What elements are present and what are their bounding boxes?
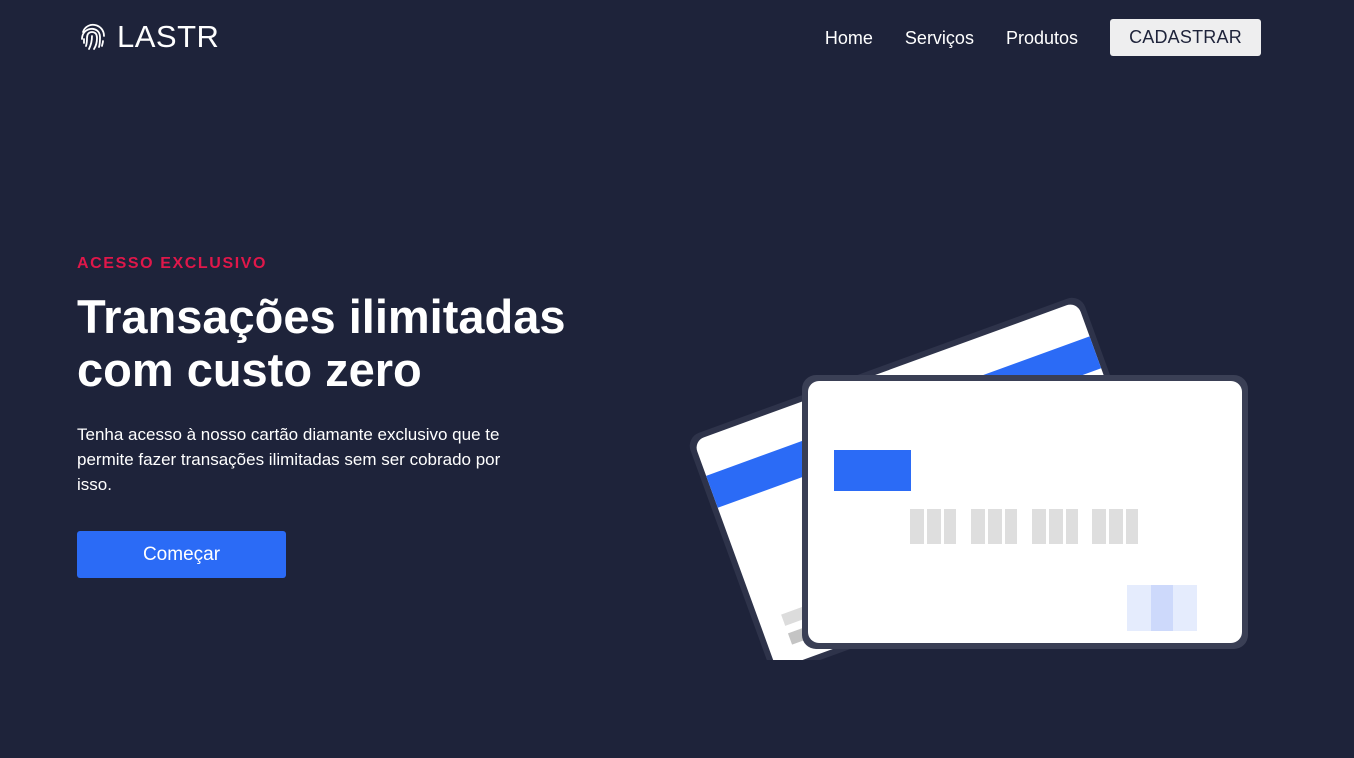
brand-logo[interactable]: LASTR (79, 20, 219, 54)
signup-button[interactable]: CADASTRAR (1110, 19, 1261, 56)
hero-description: Tenha acesso à nosso cartão diamante exc… (77, 425, 501, 494)
front-card (802, 375, 1248, 649)
page: LASTR Home Serviços Produtos CADASTRAR A… (0, 0, 1354, 758)
main-nav: Home Serviços Produtos CADASTRAR (825, 19, 1261, 56)
hero-eyebrow: ACESSO EXCLUSIVO (77, 255, 268, 272)
hero-section: ACESSO EXCLUSIVO Transações ilimitadas c… (77, 254, 637, 578)
credit-cards-illustration (680, 230, 1260, 674)
nav-link-home[interactable]: Home (825, 21, 873, 55)
nav-link-servicos[interactable]: Serviços (905, 21, 974, 55)
credit-cards-image (689, 297, 1248, 674)
start-button[interactable]: Começar (77, 531, 286, 578)
hero-headline: Transações ilimitadas com custo zero (77, 290, 637, 396)
hero-headline-line-2: com custo zero (77, 343, 422, 396)
card-chip (834, 450, 911, 491)
nav-link-produtos[interactable]: Produtos (1006, 21, 1078, 55)
fingerprint-icon (81, 23, 105, 50)
brand-name: LASTR (117, 19, 220, 54)
hero-headline-line-1: Transações ilimitadas (77, 290, 566, 343)
